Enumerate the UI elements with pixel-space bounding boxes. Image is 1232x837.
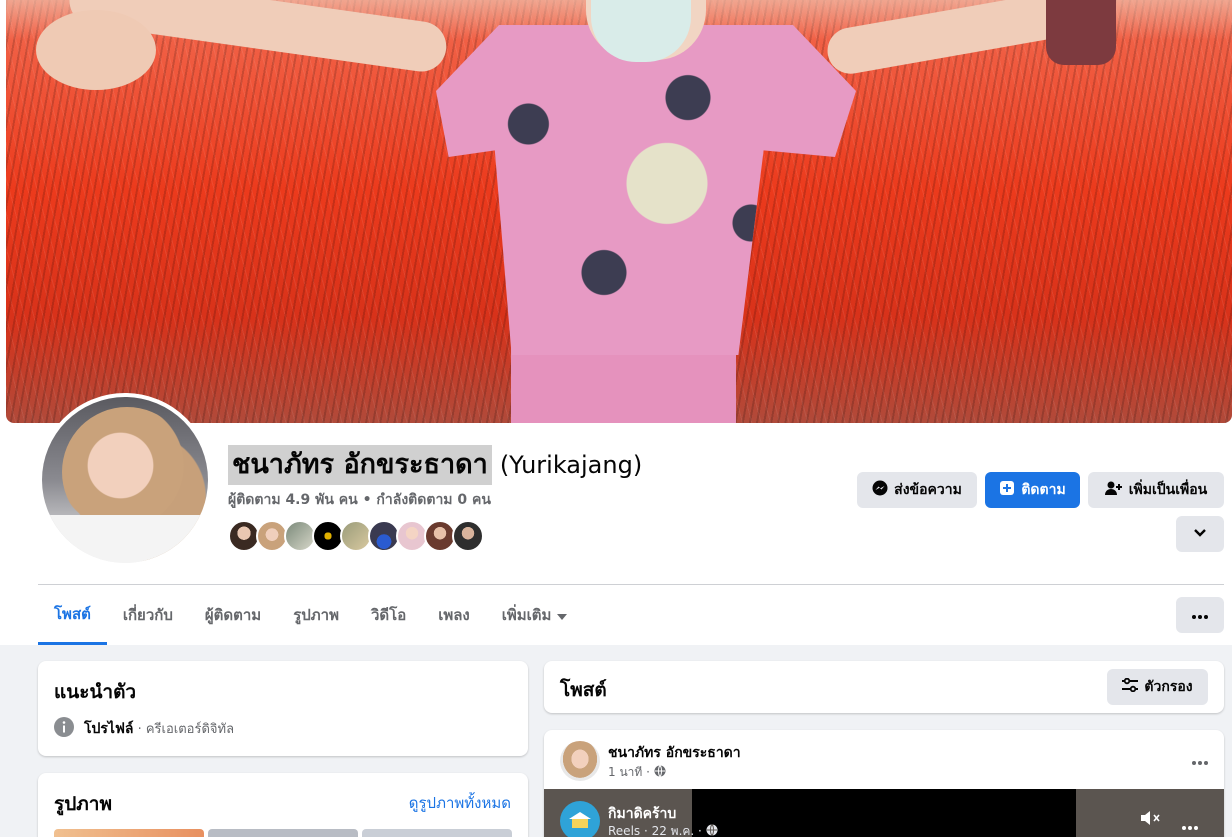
posts-header-card: โพสต์ ตัวกรอง [544,661,1224,713]
tab-followers[interactable]: ผู้ติดตาม [189,585,277,645]
tab-more[interactable]: เพิ่มเติม [486,585,584,645]
info-icon [54,717,74,741]
profile-name-row: ชนาภัทร อักขระธาดา (Yurikajang) [228,445,642,485]
intro-profile-label: โปรไฟล์ [84,721,134,737]
follower-stats[interactable]: ผู้ติดตาม 4.9 พัน คน • กำลังติดตาม 0 คน [228,489,491,511]
globe-icon [706,824,718,837]
tab-posts[interactable]: โพสต์ [38,585,107,645]
profile-alt-name: (Yurikajang) [499,451,643,479]
intro-profile-desc: · ครีเอเตอร์ดิจิทัล [133,722,235,737]
filter-icon [1122,677,1139,696]
cover-photo[interactable] [6,0,1232,423]
tab-photos[interactable]: รูปภาพ [277,585,355,645]
post-video[interactable]: กิมาดิคร้าบ Reels · 22 พ.ค. · [544,789,1224,837]
follow-button-label: ติดตาม [1021,482,1066,498]
mute-icon[interactable] [1140,809,1162,831]
more-icon [1182,815,1198,834]
photo-thumbnail[interactable] [208,829,358,837]
see-all-photos-link[interactable]: ดูรูปภาพทั้งหมด [409,791,511,815]
more-icon [1192,750,1208,769]
post-time[interactable]: 1 นาที · [608,763,650,782]
tab-about[interactable]: เกี่ยวกับ [107,585,189,645]
video-more-button[interactable] [1182,815,1198,834]
follower-avatars[interactable] [228,520,484,552]
post-author-name[interactable]: ชนาภัทร อักขระธาดา [608,742,741,764]
shared-meta: Reels · 22 พ.ค. · [608,824,702,837]
chevron-down-icon [1193,526,1207,542]
message-button[interactable]: ส่งข้อความ [857,472,977,508]
add-friend-button-label: เพิ่มเป็นเพื่อน [1128,482,1208,498]
shared-page-avatar[interactable] [560,801,600,837]
add-friend-icon [1104,480,1123,500]
post-more-button[interactable] [1192,750,1208,769]
photos-card: รูปภาพ ดูรูปภาพทั้งหมด [38,773,528,837]
profile-avatar[interactable] [42,397,208,563]
filter-button[interactable]: ตัวกรอง [1107,669,1208,705]
tab-music[interactable]: เพลง [422,585,486,645]
posts-title: โพสต์ [560,679,607,701]
photo-thumbnail[interactable] [362,829,512,837]
follow-button[interactable]: ติดตาม [985,472,1080,508]
caret-down-icon [557,606,568,624]
filter-button-label: ตัวกรอง [1144,679,1193,695]
photo-thumbnail[interactable] [54,829,204,837]
add-friend-button[interactable]: เพิ่มเป็นเพื่อน [1088,472,1224,508]
intro-title: แนะนำตัว [54,681,137,703]
follow-icon [999,480,1015,500]
photo-grid [54,829,512,837]
more-options-dropdown[interactable] [1176,516,1224,552]
more-icon [1192,607,1208,623]
follower-avatar[interactable] [452,520,484,552]
profile-tabs: โพสต์ เกี่ยวกับ ผู้ติดตาม รูปภาพ วิดีโอ … [38,585,583,645]
messenger-icon [872,480,888,500]
profile-name: ชนาภัทร อักขระธาดา [228,445,492,485]
tabs-more-button[interactable] [1176,597,1224,633]
tab-videos[interactable]: วิดีโอ [355,585,422,645]
message-button-label: ส่งข้อความ [894,482,962,498]
post-author-avatar[interactable] [560,741,600,781]
intro-card: แนะนำตัว โปรไฟล์ · ครีเอเตอร์ดิจิทัล [38,661,528,756]
globe-icon [654,765,666,780]
photos-title: รูปภาพ [54,793,112,815]
